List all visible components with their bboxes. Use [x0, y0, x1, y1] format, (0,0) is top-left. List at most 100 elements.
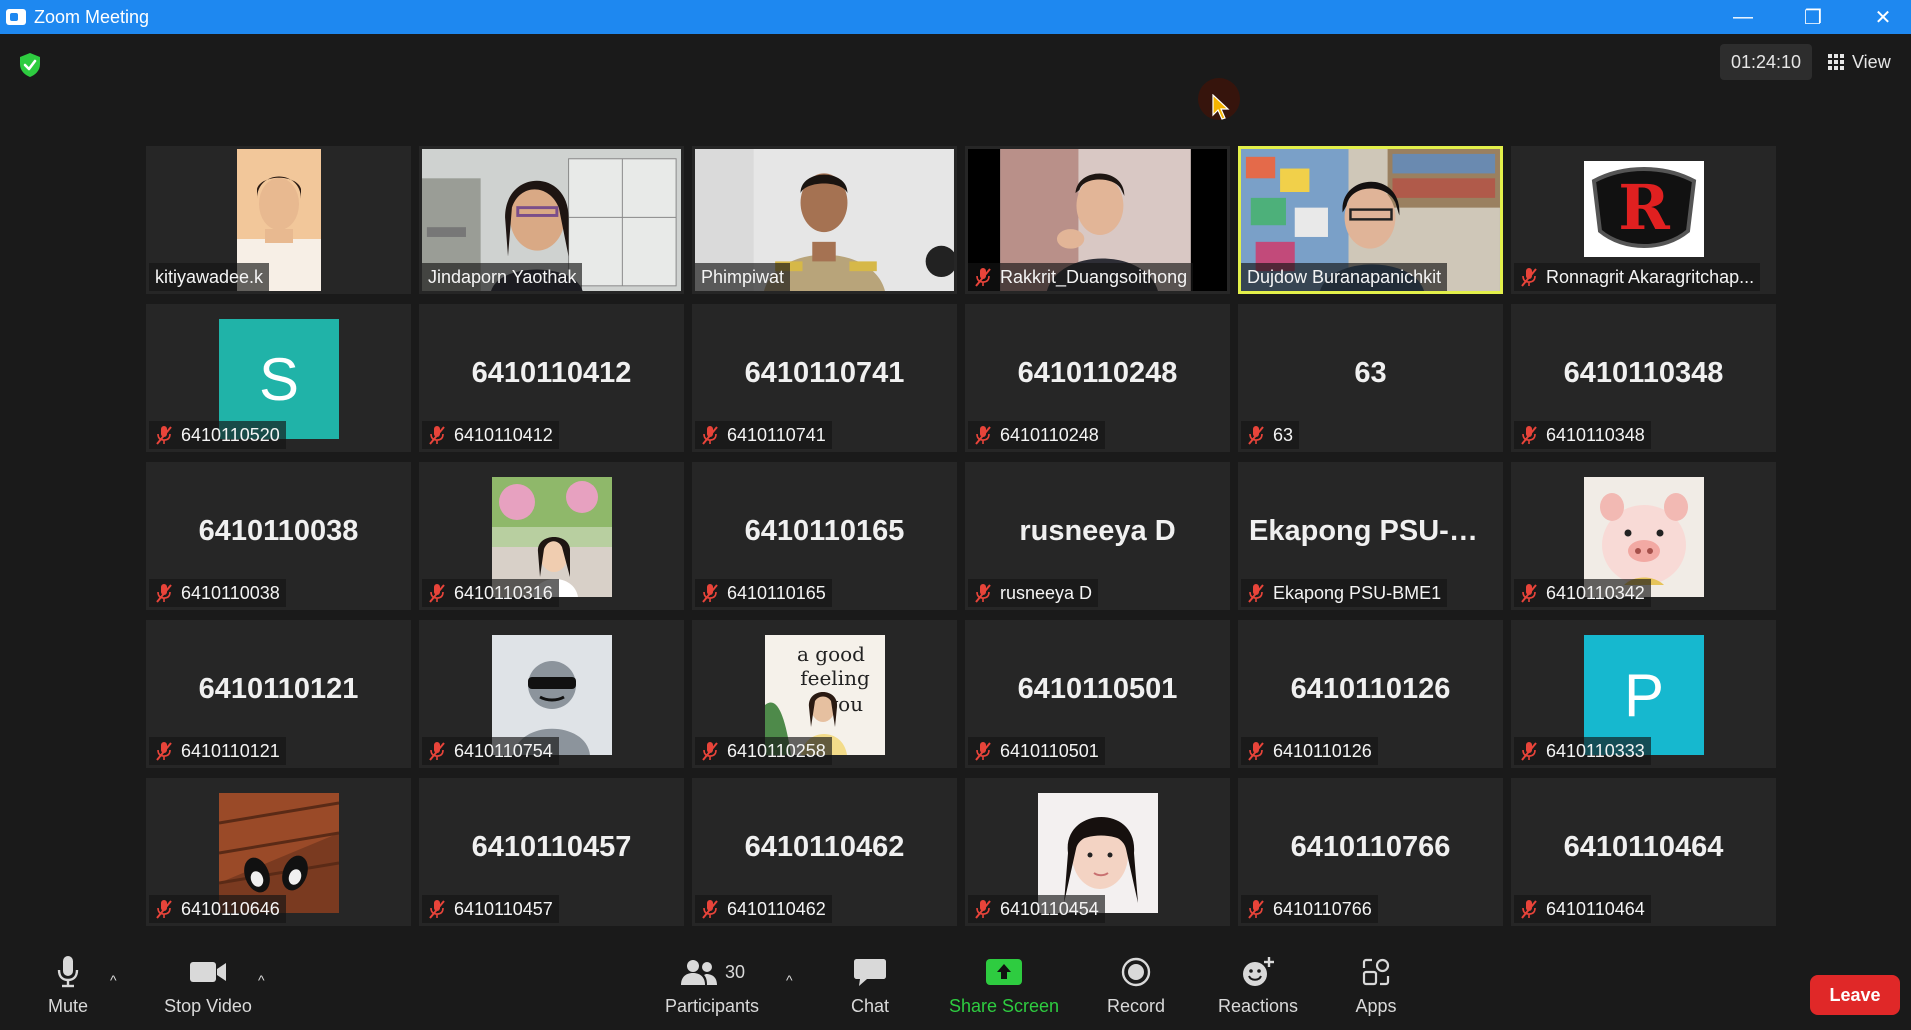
participants-options-caret-icon[interactable]: ^ [786, 972, 793, 988]
participant-tile[interactable]: 6410110038 6410110038 [146, 462, 411, 610]
participant-name: 6410110248 [1000, 424, 1099, 445]
participant-tile[interactable]: 6410110646 [146, 778, 411, 926]
view-label: View [1852, 51, 1891, 72]
participant-display-name: 6410110248 [1017, 357, 1178, 389]
participant-name-label: 6410110462 [695, 895, 832, 923]
participant-tile[interactable]: 6410110412 6410110412 [419, 304, 684, 452]
record-button[interactable]: Record [1096, 950, 1176, 1030]
participant-tile[interactable]: S 6410110520 [146, 304, 411, 452]
participant-display-name: 6410110501 [1017, 673, 1178, 705]
participant-name: Jindaporn Yaothak [428, 266, 577, 287]
leave-button[interactable]: Leave [1810, 975, 1900, 1015]
title-bar: Zoom Meeting — ❐ ✕ [0, 0, 1911, 34]
svg-text:a good: a good [797, 642, 865, 666]
muted-microphone-icon [429, 900, 445, 919]
participant-name: 6410110754 [454, 740, 553, 761]
participant-name-label: Phimpiwat [695, 263, 791, 291]
mute-button[interactable]: Mute [38, 950, 98, 1030]
participant-name-label: 6410110258 [695, 737, 832, 765]
participant-tile[interactable]: Jindaporn Yaothak [419, 146, 684, 294]
restore-button[interactable]: ❐ [1778, 0, 1848, 34]
muted-microphone-icon [702, 426, 718, 445]
participant-name: 6410110316 [454, 582, 553, 603]
participant-name-label: Ronnagrit Akaragritchap... [1514, 263, 1761, 291]
participant-tile[interactable]: Dujdow Buranapanichkit [1238, 146, 1503, 294]
participant-tile[interactable]: Phimpiwat [692, 146, 957, 294]
participant-tile[interactable]: 6410110766 6410110766 [1238, 778, 1503, 926]
participant-display-name: 6410110412 [471, 357, 632, 389]
muted-microphone-icon [429, 584, 445, 603]
participant-name-label: Ekapong PSU-BME1 [1241, 579, 1448, 607]
participant-name: 6410110462 [727, 898, 826, 919]
participant-name-label: 63 [1241, 421, 1300, 449]
participant-tile[interactable]: 6410110165 6410110165 [692, 462, 957, 610]
participant-name-label: 6410110412 [422, 421, 559, 449]
profile-logo: R [1584, 161, 1704, 257]
close-button[interactable]: ✕ [1848, 0, 1911, 34]
shield-icon[interactable] [18, 52, 42, 78]
participant-name: 63 [1273, 424, 1294, 445]
stop-video-button[interactable]: Stop Video [158, 950, 258, 1030]
muted-microphone-icon [1521, 742, 1537, 761]
muted-microphone-icon [156, 426, 172, 445]
participant-tile[interactable]: 6410110316 [419, 462, 684, 610]
participant-tile[interactable]: 63 63 [1238, 304, 1503, 452]
participant-display-name: 6410110457 [471, 831, 632, 863]
muted-microphone-icon [975, 584, 991, 603]
participant-tile[interactable]: R Ronnagrit Akaragritchap... [1511, 146, 1776, 294]
participant-name: 6410110348 [1546, 424, 1645, 445]
participant-name-label: 6410110464 [1514, 895, 1651, 923]
participant-tile[interactable]: Ekapong PSU-B... Ekapong PSU-BME1 [1238, 462, 1503, 610]
participant-name: 6410110741 [727, 424, 826, 445]
participant-display-name: 6410110462 [744, 831, 905, 863]
apps-label: Apps [1355, 996, 1397, 1016]
participant-tile[interactable]: 6410110454 [965, 778, 1230, 926]
participant-display-name: 6410110121 [198, 673, 359, 705]
participant-tile[interactable]: 6410110248 6410110248 [965, 304, 1230, 452]
participants-button[interactable]: 30 Participants [660, 950, 764, 1030]
participant-tile[interactable]: 6410110342 [1511, 462, 1776, 610]
participant-name-label: 6410110520 [149, 421, 286, 449]
participant-tile[interactable]: 6410110348 6410110348 [1511, 304, 1776, 452]
reactions-label: Reactions [1217, 996, 1299, 1016]
participant-tile[interactable]: 6410110462 6410110462 [692, 778, 957, 926]
participant-tile[interactable]: rusneeya D rusneeya D [965, 462, 1230, 610]
participant-name: Rakkrit_Duangsoithong [1000, 266, 1188, 287]
participant-name: Ekapong PSU-BME1 [1273, 582, 1442, 603]
participant-name-label: 6410110248 [968, 421, 1105, 449]
audio-options-caret-icon[interactable]: ^ [110, 972, 117, 988]
apps-button[interactable]: Apps [1346, 950, 1406, 1030]
share-screen-button[interactable]: Share Screen [944, 950, 1064, 1030]
participant-tile[interactable]: 6410110126 6410110126 [1238, 620, 1503, 768]
video-options-caret-icon[interactable]: ^ [258, 972, 265, 988]
view-button[interactable]: View [1828, 44, 1902, 80]
participant-tile[interactable]: kitiyawadee.k [146, 146, 411, 294]
participant-name-label: 6410110121 [149, 737, 286, 765]
participant-tile[interactable]: 6410110754 [419, 620, 684, 768]
muted-microphone-icon [702, 900, 718, 919]
participant-tile[interactable]: 6410110121 6410110121 [146, 620, 411, 768]
participant-tile[interactable]: Rakkrit_Duangsoithong [965, 146, 1230, 294]
muted-microphone-icon [156, 900, 172, 919]
muted-microphone-icon [975, 742, 991, 761]
muted-microphone-icon [702, 584, 718, 603]
video-camera-icon [189, 950, 227, 994]
svg-text:feeling: feeling [800, 666, 870, 690]
minimize-button[interactable]: — [1708, 0, 1778, 34]
reactions-button[interactable]: Reactions [1210, 950, 1306, 1030]
participant-name-label: 6410110501 [968, 737, 1105, 765]
share-screen-icon [986, 950, 1022, 994]
participant-tile[interactable]: 6410110501 6410110501 [965, 620, 1230, 768]
participant-tile[interactable]: P 6410110333 [1511, 620, 1776, 768]
participant-name-label: Dujdow Buranapanichkit [1241, 263, 1448, 291]
participant-tile[interactable]: 6410110741 6410110741 [692, 304, 957, 452]
stop-video-label: Stop Video [164, 996, 252, 1016]
chat-button[interactable]: Chat [840, 950, 900, 1030]
participant-name-label: 6410110766 [1241, 895, 1378, 923]
participant-tile[interactable]: 6410110464 6410110464 [1511, 778, 1776, 926]
participant-tile[interactable]: a good feeling you 6410110258 [692, 620, 957, 768]
participant-display-name: 6410110766 [1290, 831, 1451, 863]
participant-name-label: 6410110754 [422, 737, 559, 765]
reactions-icon [1241, 950, 1275, 994]
participant-tile[interactable]: 6410110457 6410110457 [419, 778, 684, 926]
